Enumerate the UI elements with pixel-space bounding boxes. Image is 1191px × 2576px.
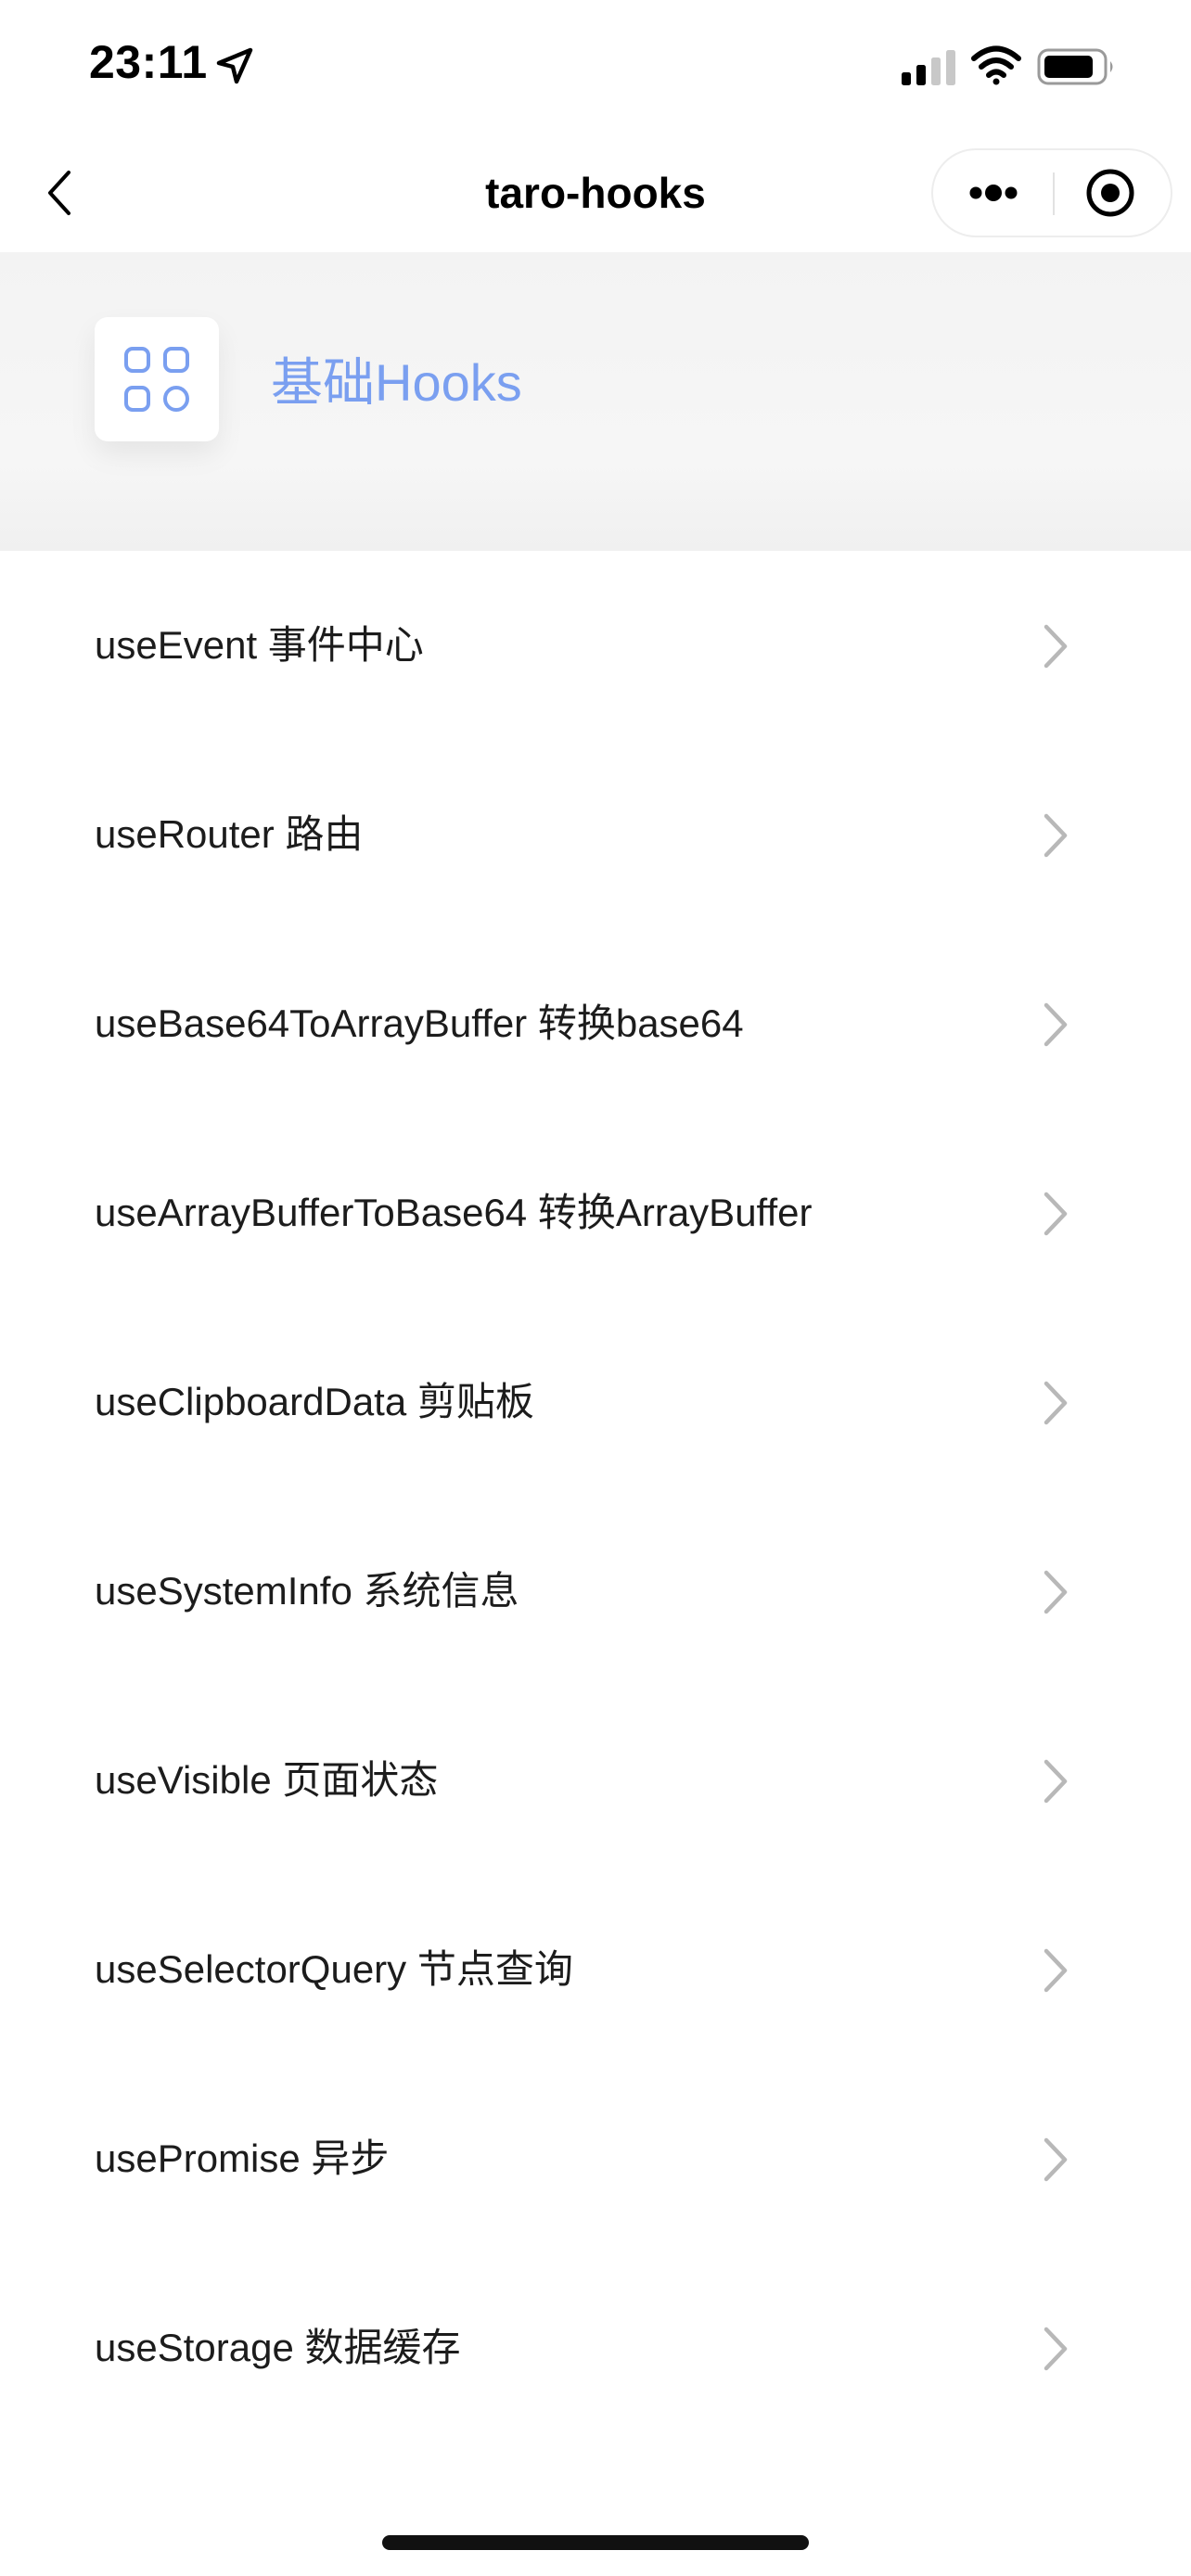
chevron-right-icon bbox=[1044, 1759, 1068, 1804]
list-item-use-system-info[interactable]: useSystemInfo 系统信息 bbox=[0, 1497, 1191, 1686]
location-arrow-icon bbox=[216, 47, 253, 84]
list-item-use-array-buffer-to-base64[interactable]: useArrayBufferToBase64 转换ArrayBuffer bbox=[0, 1118, 1191, 1307]
list-item-use-storage[interactable]: useStorage 数据缓存 bbox=[0, 2253, 1191, 2442]
list-item-use-clipboard-data[interactable]: useClipboardData 剪贴板 bbox=[0, 1307, 1191, 1497]
wifi-icon bbox=[971, 45, 1021, 85]
more-dots-icon[interactable] bbox=[933, 150, 1053, 236]
list-item-label: useSelectorQuery 节点查询 bbox=[95, 1947, 573, 1991]
cellular-signal-icon bbox=[902, 50, 955, 85]
list-item-label: useRouter 路由 bbox=[95, 812, 364, 856]
list-item-label: useEvent 事件中心 bbox=[95, 623, 424, 667]
back-arrow-icon[interactable] bbox=[37, 159, 83, 226]
battery-icon bbox=[1037, 48, 1113, 85]
home-indicator[interactable] bbox=[382, 2535, 809, 2550]
list-item-label: useVisible 页面状态 bbox=[95, 1758, 439, 1802]
chevron-right-icon bbox=[1044, 624, 1068, 669]
status-time: 23:11 bbox=[89, 36, 208, 88]
list-item-label: useBase64ToArrayBuffer 转换base64 bbox=[95, 1001, 744, 1045]
page: 23:11 taro-hooks 基础Hooks useEvent 事件中心 u… bbox=[0, 0, 1191, 2576]
section-title: 基础Hooks bbox=[271, 353, 522, 412]
mini-program-capsule bbox=[931, 148, 1172, 237]
chevron-right-icon bbox=[1044, 813, 1068, 858]
chevron-right-icon bbox=[1044, 1192, 1068, 1236]
chevron-right-icon bbox=[1044, 1381, 1068, 1425]
list-item-use-visible[interactable]: useVisible 页面状态 bbox=[0, 1686, 1191, 1875]
list-item-label: useArrayBufferToBase64 转换ArrayBuffer bbox=[95, 1191, 813, 1234]
chevron-right-icon bbox=[1044, 1002, 1068, 1047]
chevron-right-icon bbox=[1044, 1570, 1068, 1614]
list-item-use-router[interactable]: useRouter 路由 bbox=[0, 740, 1191, 929]
list-item-use-base64-to-array-buffer[interactable]: useBase64ToArrayBuffer 转换base64 bbox=[0, 929, 1191, 1118]
list-item-label: useSystemInfo 系统信息 bbox=[95, 1569, 519, 1613]
list-item-use-selector-query[interactable]: useSelectorQuery 节点查询 bbox=[0, 1875, 1191, 2064]
list-item-label: usePromise 异步 bbox=[95, 2136, 390, 2180]
section-header: 基础Hooks bbox=[0, 252, 1191, 551]
list-item-label: useStorage 数据缓存 bbox=[95, 2326, 461, 2369]
list-item-use-promise[interactable]: usePromise 异步 bbox=[0, 2064, 1191, 2253]
list-item-label: useClipboardData 剪贴板 bbox=[95, 1380, 534, 1423]
apps-grid-icon bbox=[124, 347, 189, 412]
hooks-list: useEvent 事件中心 useRouter 路由 useBase64ToAr… bbox=[0, 551, 1191, 2442]
list-item-use-event[interactable]: useEvent 事件中心 bbox=[0, 551, 1191, 740]
close-target-icon[interactable] bbox=[1055, 150, 1171, 236]
nav-bar: taro-hooks bbox=[0, 139, 1191, 250]
chevron-right-icon bbox=[1044, 1948, 1068, 1993]
status-bar: 23:11 bbox=[0, 0, 1191, 139]
chevron-right-icon bbox=[1044, 2327, 1068, 2371]
chevron-right-icon bbox=[1044, 2137, 1068, 2182]
header-icon-box bbox=[95, 317, 219, 441]
